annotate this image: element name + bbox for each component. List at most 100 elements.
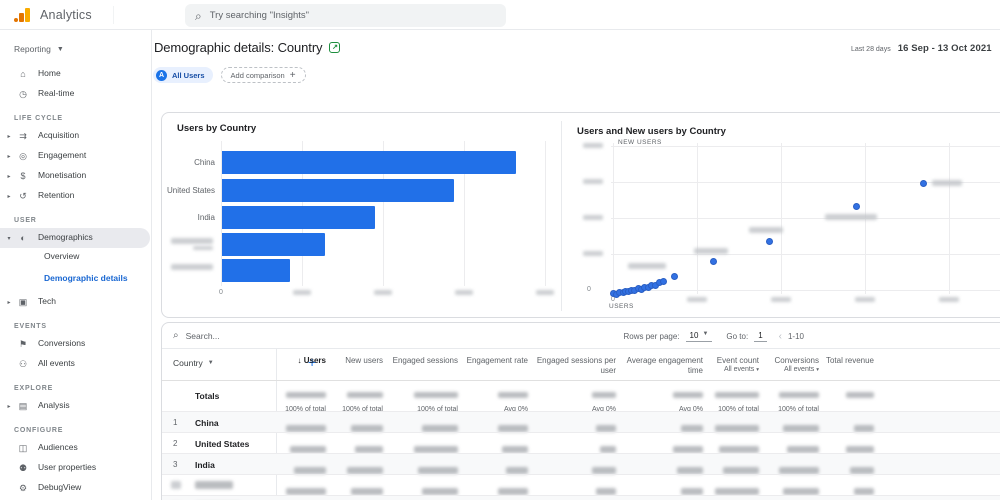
- sidebar-item-tech[interactable]: ▸ ▣ Tech: [0, 292, 152, 312]
- scatter-point[interactable]: [659, 277, 667, 285]
- rows-per-page-label: Rows per page:: [623, 331, 680, 341]
- scatter-point-label-redacted: [824, 213, 877, 220]
- chevron-right-icon[interactable]: ▸: [5, 403, 13, 410]
- scatter-x-tick-redacted: [939, 297, 959, 302]
- goto-page-input[interactable]: 1: [754, 331, 767, 342]
- analysis-icon: ▤: [18, 400, 28, 411]
- goto-page-label: Go to:: [726, 331, 749, 341]
- scatter-y-tick-redacted: [583, 179, 603, 184]
- plus-icon: +: [289, 69, 296, 81]
- all-users-chip[interactable]: A All Users: [153, 67, 213, 83]
- audiences-icon: ◫: [18, 442, 28, 453]
- date-range-preset: Last 28 days: [851, 46, 891, 53]
- user-properties-icon: ⚉: [18, 462, 28, 473]
- totals-value-redacted: [846, 392, 874, 398]
- sidebar-item-acquisition[interactable]: ▸ ⇉ Acquisition: [0, 126, 152, 146]
- previous-page-icon[interactable]: ‹: [779, 331, 782, 342]
- home-icon: ⌂: [20, 69, 26, 79]
- bar-india[interactable]: [222, 206, 375, 229]
- cell-value-redacted: [854, 425, 874, 432]
- chevron-right-icon[interactable]: ▸: [5, 193, 13, 200]
- sidebar-section-header: CONFIGURE: [14, 427, 64, 434]
- sidebar-item-analysis[interactable]: ▸ ▤ Analysis: [0, 396, 152, 416]
- column-header-engaged-sessions-per-user[interactable]: Engaged sessions per user: [528, 356, 616, 376]
- chevron-right-icon[interactable]: ▸: [5, 299, 13, 306]
- chevron-right-icon[interactable]: ▸: [5, 173, 13, 180]
- sidebar-nav: Reporting ▼ ⌂ Home ◷ Real-time LIFE CYCLE ▸ ⇉ A…: [0, 30, 152, 500]
- bar-redacted[interactable]: [222, 233, 325, 256]
- sidebar-item-demographics[interactable]: ▾ ◐ Demographics: [0, 228, 150, 248]
- add-comparison-chip[interactable]: Add comparison +: [220, 67, 306, 83]
- bar-redacted[interactable]: [222, 259, 290, 282]
- engagement-icon: ◎: [19, 150, 27, 161]
- country-name: India: [195, 460, 215, 470]
- sidebar-item-home[interactable]: ⌂ Home: [0, 64, 152, 84]
- scatter-y-zero-tick: 0: [587, 286, 591, 293]
- bar-category-label: United States: [166, 186, 215, 195]
- date-range-picker[interactable]: Last 28 days 16 Sep - 13 Oct 2021: [851, 43, 992, 54]
- cell-value-redacted: [596, 488, 616, 495]
- chevron-down-icon[interactable]: ▾: [5, 235, 13, 242]
- sidebar-item-retention[interactable]: ▸ ↺ Retention: [0, 186, 152, 206]
- row-number: 3: [173, 460, 178, 469]
- scatter-x-tick-redacted: [687, 297, 707, 302]
- country-column-header[interactable]: Country ▼: [173, 358, 214, 368]
- date-range-value: 16 Sep - 13 Oct 2021: [897, 43, 992, 54]
- rows-per-page-select[interactable]: 10 ▼: [685, 331, 713, 342]
- bar-axis-tick-redacted: [455, 290, 473, 295]
- scatter-x-tick-redacted: [771, 297, 791, 302]
- scatter-point[interactable]: [920, 179, 928, 187]
- scatter-point[interactable]: [710, 258, 718, 266]
- scatter-point-label-redacted: [931, 180, 962, 187]
- table-row: 1 China: [162, 411, 1000, 432]
- demographics-icon: ◐: [20, 233, 26, 243]
- sidebar-item-overview[interactable]: Overview: [0, 248, 152, 266]
- bar-china[interactable]: [222, 151, 516, 174]
- sidebar-item-label: User properties: [38, 462, 97, 473]
- country-header-label: Country: [173, 358, 203, 368]
- sidebar-item-audiences[interactable]: ◫ Audiences: [0, 438, 152, 458]
- sidebar-item-debugview[interactable]: ⚙ DebugView: [0, 478, 152, 498]
- page-title-text: Demographic details: Country: [154, 40, 323, 55]
- search-placeholder: Try searching "Insights": [209, 10, 310, 21]
- acquisition-icon: ⇉: [19, 130, 27, 141]
- sidebar-item-monetisation[interactable]: ▸ $ Monetisation: [0, 166, 152, 186]
- reporting-dropdown[interactable]: Reporting ▼: [14, 44, 64, 54]
- sidebar-item-conversions[interactable]: ⚑ Conversions: [0, 334, 152, 354]
- page-title: Demographic details: Country ↗: [154, 40, 341, 55]
- sidebar-section-header: EVENTS: [14, 323, 47, 330]
- bar-axis-tick-redacted: [293, 290, 311, 295]
- sidebar-item-real-time[interactable]: ◷ Real-time: [0, 84, 152, 104]
- sidebar-item-label: Tech: [38, 296, 56, 307]
- pagination-range: 1-10: [787, 331, 804, 341]
- sidebar-item-user-properties[interactable]: ⚉ User properties: [0, 458, 152, 478]
- scatter-y-tick-redacted: [583, 143, 603, 148]
- column-header-engagement-rate[interactable]: Engagement rate: [440, 356, 528, 366]
- global-search-input[interactable]: ⌕ Try searching "Insights": [185, 4, 506, 27]
- column-header-total-revenue[interactable]: Total revenue: [786, 356, 874, 366]
- sidebar-item-engagement[interactable]: ▸ ◎ Engagement: [0, 146, 152, 166]
- scatter-point[interactable]: [853, 203, 861, 211]
- charts-divider: [561, 121, 562, 311]
- cell-value-redacted: [600, 446, 616, 453]
- analytics-logo-icon[interactable]: [14, 7, 32, 23]
- sidebar-item-all-events[interactable]: ⚇ All events: [0, 354, 152, 374]
- reporting-dropdown-label: Reporting: [14, 44, 51, 54]
- table-search-input[interactable]: ⌕ Search...: [162, 323, 1000, 349]
- bar-category-label-redacted: [193, 246, 213, 250]
- scatter-point[interactable]: [765, 237, 773, 245]
- bar-united-states[interactable]: [222, 179, 454, 202]
- scatter-point[interactable]: [670, 272, 678, 280]
- chevron-right-icon[interactable]: ▸: [5, 133, 13, 140]
- chevron-down-icon: ▼: [56, 45, 64, 53]
- chevron-right-icon[interactable]: ▸: [5, 153, 13, 160]
- scatter-point-label-redacted: [749, 227, 784, 234]
- country-name: China: [195, 418, 219, 428]
- scatter-chart-title: Users and New users by Country: [577, 126, 726, 137]
- bar-chart-title: Users by Country: [177, 123, 257, 134]
- data-quality-icon[interactable]: ↗: [329, 42, 341, 53]
- sidebar-item-demographic-details[interactable]: Demographic details: [0, 266, 152, 292]
- scatter-x-tick-redacted: [855, 297, 875, 302]
- table-pagination: Rows per page: 10 ▼ Go to: 1 ‹ 1-10: [623, 323, 804, 349]
- column-subfilter[interactable]: All events ▾: [731, 366, 819, 375]
